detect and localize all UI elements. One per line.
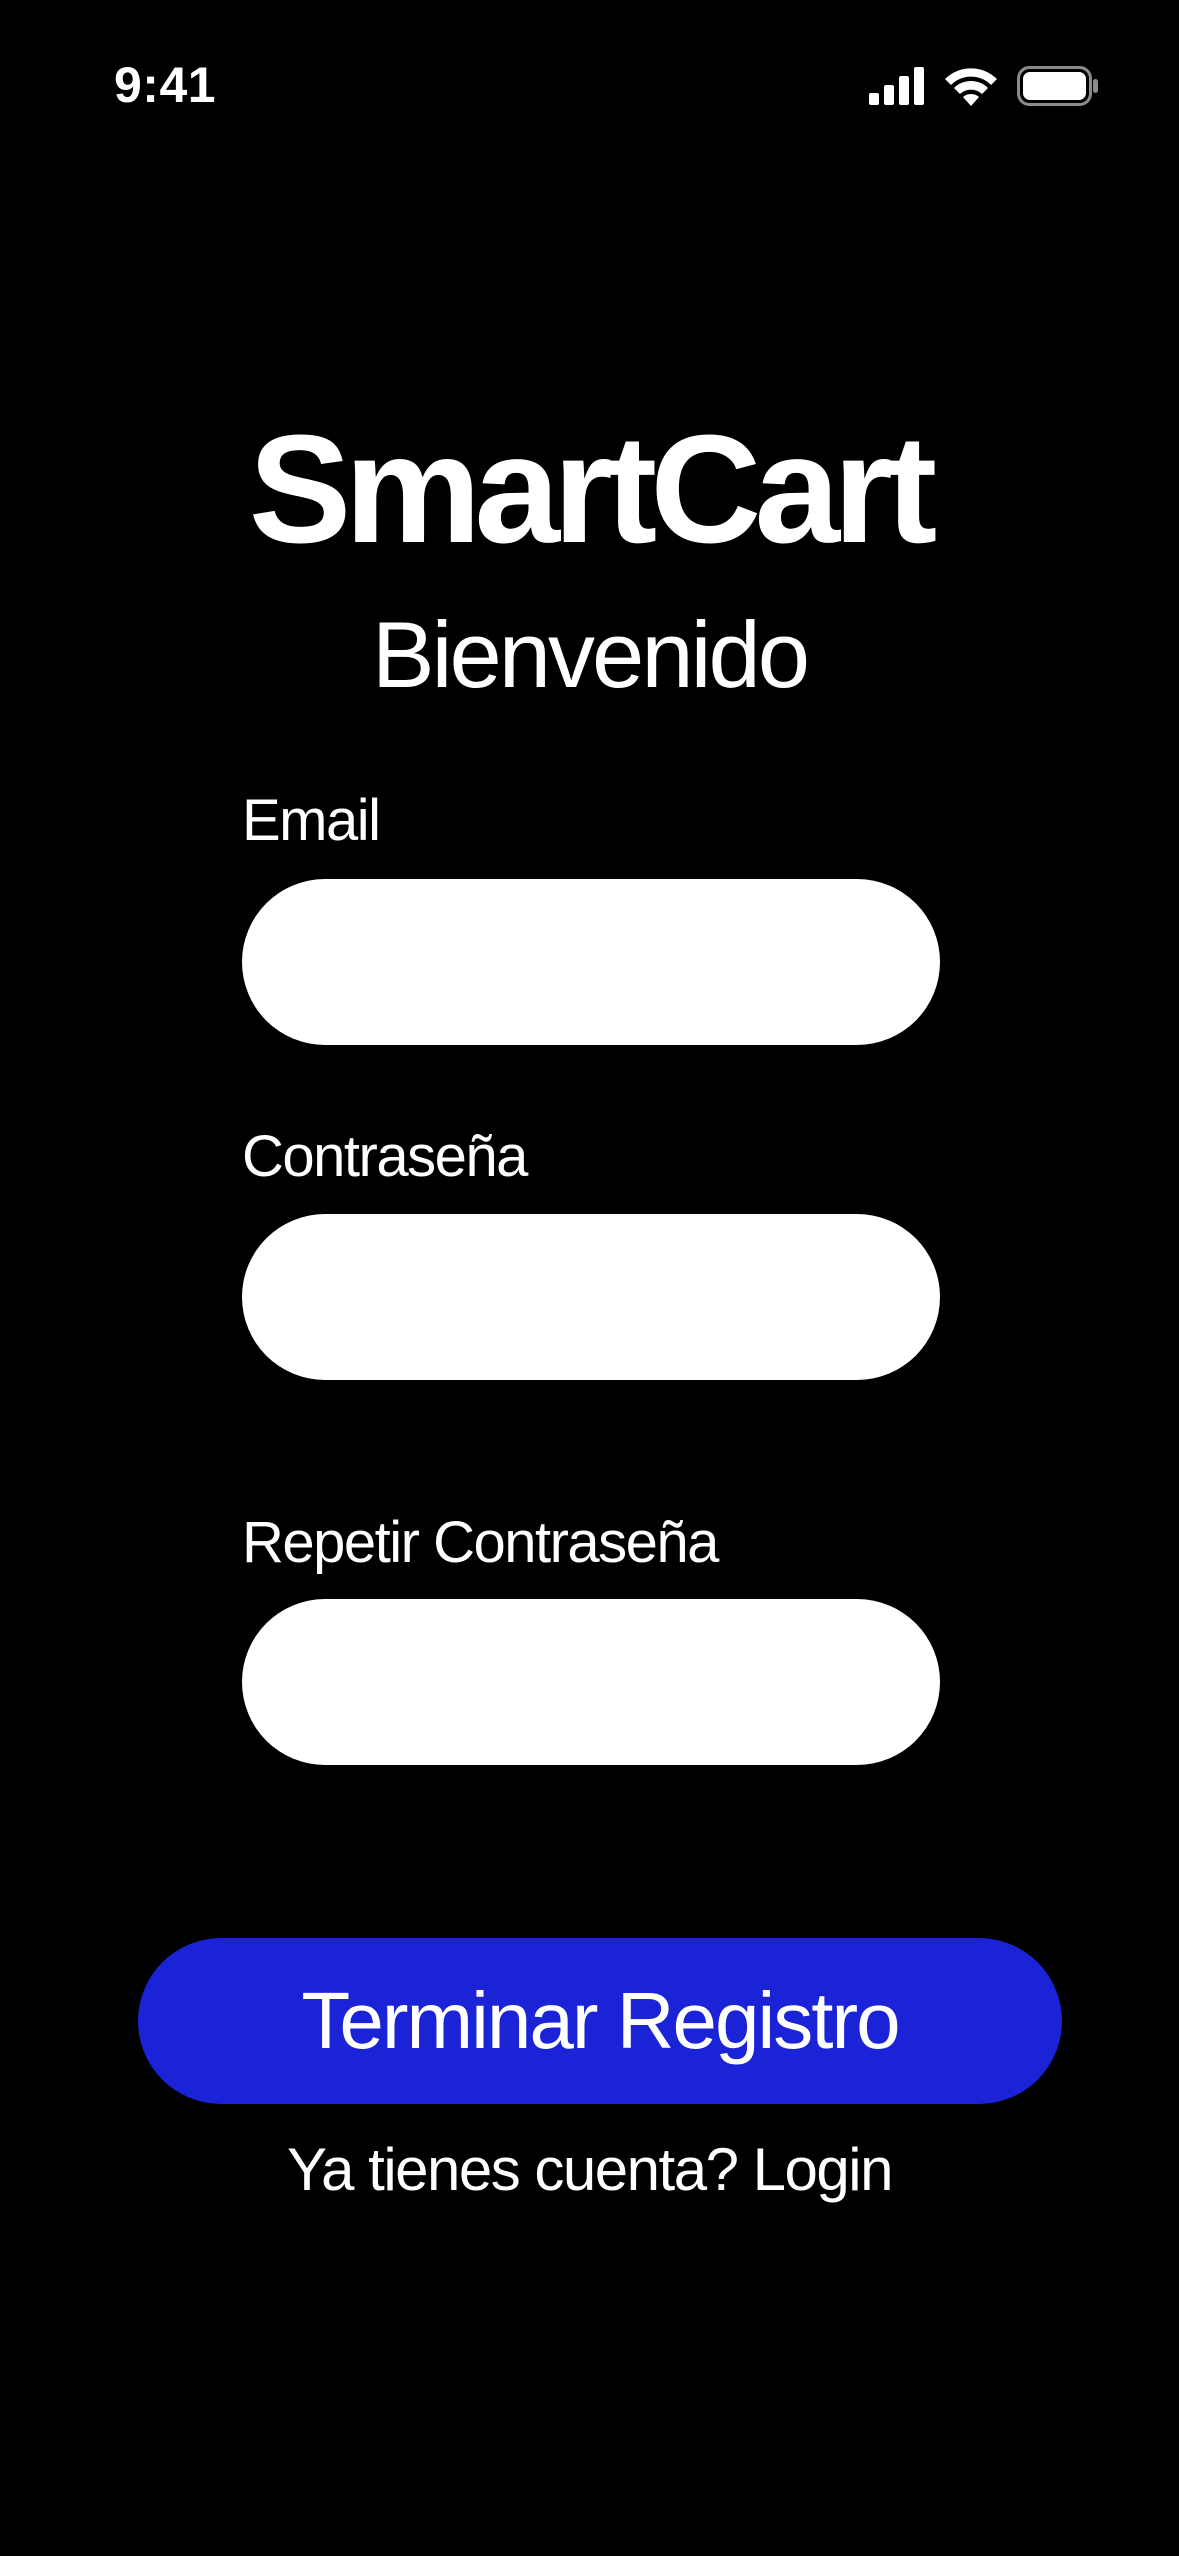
battery-icon (1017, 66, 1098, 106)
email-field[interactable] (242, 879, 940, 1045)
status-icons (869, 64, 1099, 108)
status-time: 9:41 (114, 57, 217, 113)
repeat-password-field[interactable] (242, 1599, 940, 1765)
welcome-heading: Bienvenido (371, 602, 810, 707)
password-field[interactable] (242, 1214, 940, 1380)
login-link[interactable]: Login (753, 2136, 894, 2203)
repeat-password-label: Repetir Contraseña (242, 1510, 719, 1575)
login-prompt-row: Ya tienes cuenta? Login (0, 2140, 1179, 2200)
wifi-icon (945, 68, 997, 106)
login-prompt-text: Ya tienes cuenta? (287, 2136, 739, 2203)
status-bar: 9:41 (0, 0, 1179, 170)
password-label: Contraseña (242, 1124, 528, 1189)
email-label: Email (242, 788, 381, 853)
finish-registration-button[interactable]: Terminar Registro (138, 1938, 1062, 2104)
app-title: SmartCart (248, 403, 938, 575)
signal-icon (869, 67, 924, 105)
